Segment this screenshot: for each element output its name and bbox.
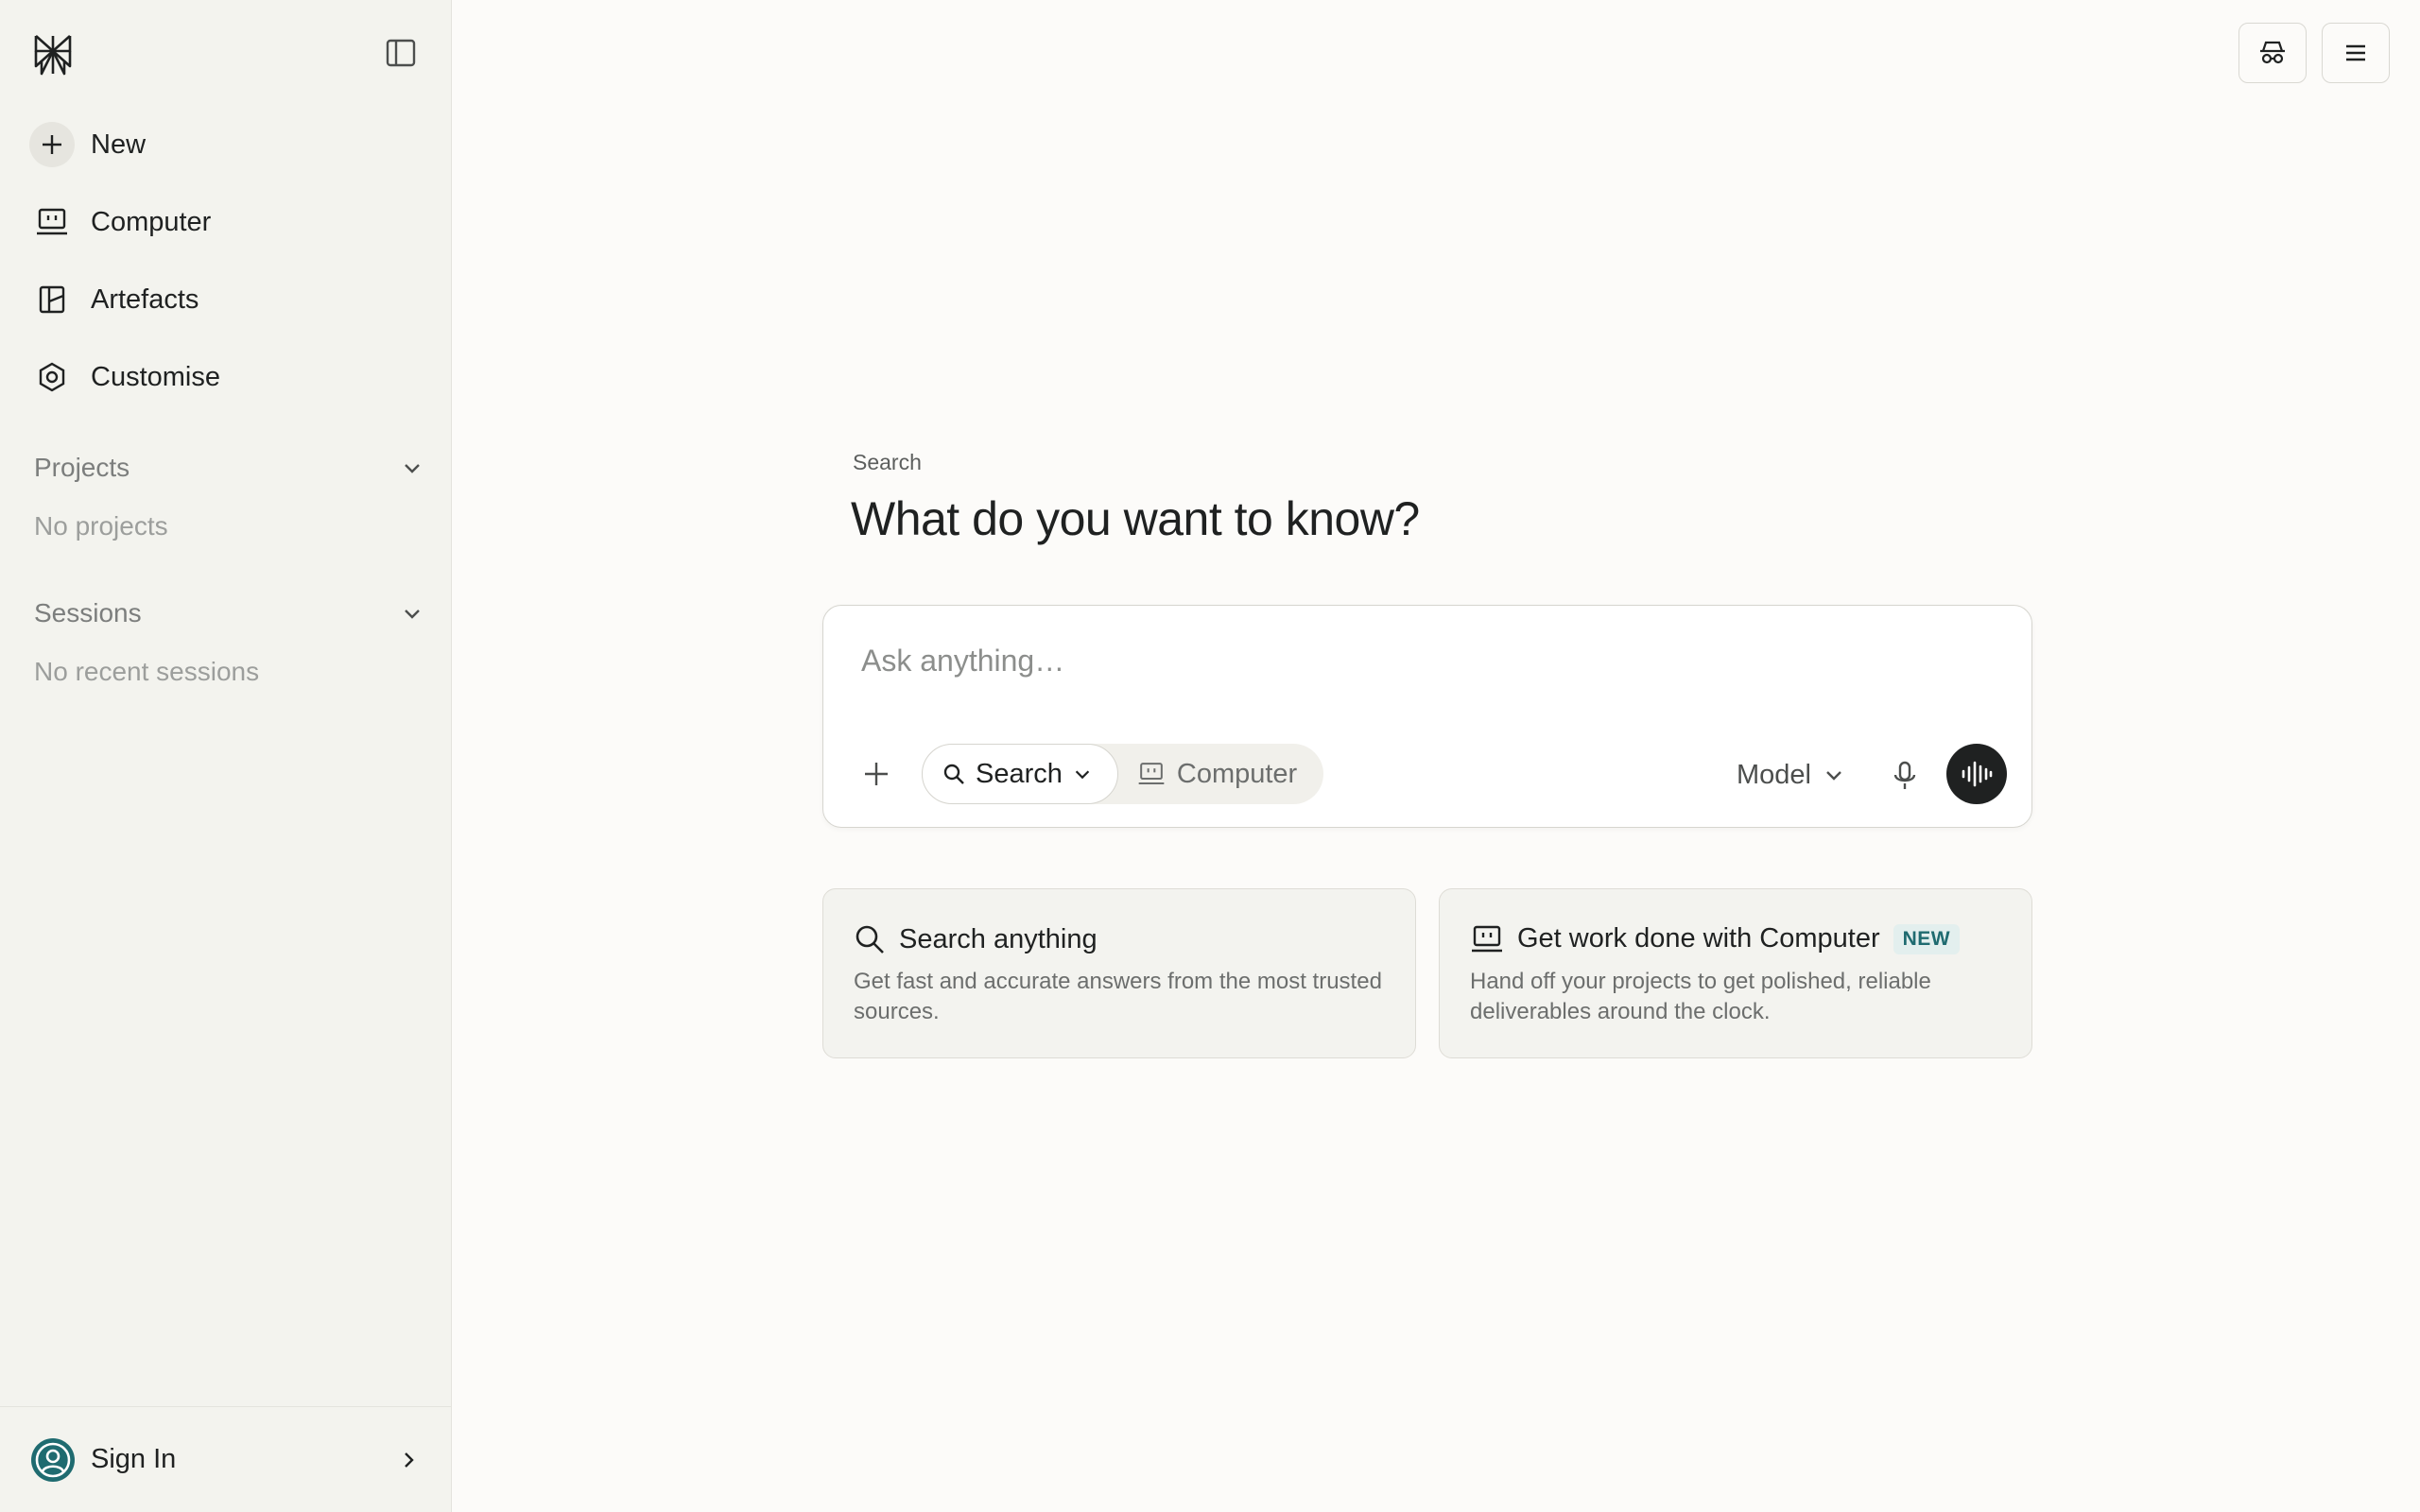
plus-icon — [865, 763, 888, 785]
page-title: What do you want to know? — [851, 492, 1420, 545]
sidebar: New Computer Artefacts Customise Project… — [0, 0, 452, 1512]
menu-icon — [2346, 44, 2365, 61]
sessions-empty-text: No recent sessions — [34, 657, 260, 686]
computer-icon — [28, 198, 76, 246]
voice-mode-button[interactable] — [1946, 744, 2007, 804]
sidebar-item-customise[interactable]: Customise — [28, 347, 425, 407]
computer-icon — [1138, 763, 1165, 784]
search-icon — [943, 764, 964, 784]
artefacts-icon — [28, 276, 76, 323]
logo-icon[interactable] — [32, 32, 74, 77]
chevron-down-icon — [405, 464, 420, 473]
chevron-down-icon — [1826, 771, 1841, 781]
sidebar-item-label: Artefacts — [91, 284, 199, 315]
sessions-section-header[interactable]: Sessions — [34, 593, 424, 634]
avatar-icon — [30, 1437, 76, 1483]
customise-icon — [28, 353, 76, 401]
computer-mode-label: Computer — [1176, 758, 1298, 789]
sidebar-item-new[interactable]: New — [28, 114, 425, 175]
chevron-down-icon — [405, 610, 420, 619]
computer-card[interactable]: Get work done with Computer NEW Hand off… — [1439, 888, 2032, 1058]
model-label: Model — [1737, 759, 1811, 790]
sidebar-item-computer[interactable]: Computer — [28, 192, 425, 252]
composer: Search Computer Model — [822, 605, 2032, 828]
computer-mode-button[interactable]: Computer — [1137, 759, 1297, 790]
chevron-right-icon — [405, 1452, 414, 1468]
incognito-icon — [2260, 41, 2285, 64]
card-description: Get fast and accurate answers from the m… — [854, 969, 1382, 1024]
dictation-button[interactable] — [1886, 755, 1924, 797]
plus-icon — [29, 122, 75, 167]
sidebar-toggle-button[interactable] — [382, 36, 420, 70]
projects-label: Projects — [34, 453, 130, 482]
sign-in-button[interactable]: Sign In — [0, 1406, 452, 1512]
computer-icon — [1472, 925, 1502, 952]
model-selector[interactable]: Model — [1737, 751, 1845, 799]
page-eyebrow: Search — [853, 450, 922, 474]
menu-button[interactable] — [2322, 23, 2390, 83]
sidebar-item-label: New — [91, 129, 147, 160]
sidebar-item-label: Computer — [91, 206, 212, 237]
microphone-icon — [1893, 761, 1916, 789]
search-mode-label: Search — [976, 758, 1063, 789]
mode-selector: Search Computer — [922, 744, 1324, 804]
new-badge: NEW — [1893, 923, 1961, 954]
sidebar-item-artefacts[interactable]: Artefacts — [28, 269, 425, 330]
attach-button[interactable] — [857, 755, 895, 793]
card-title: Get work done with Computer — [1517, 923, 1880, 954]
sidebar-item-label: Customise — [91, 361, 220, 392]
sessions-label: Sessions — [34, 598, 142, 627]
sign-in-label: Sign In — [91, 1444, 177, 1474]
card-title: Search anything — [899, 923, 1098, 954]
search-mode-button[interactable]: Search — [922, 744, 1118, 804]
incognito-button[interactable] — [2238, 23, 2307, 83]
projects-section-header[interactable]: Projects — [34, 447, 424, 489]
ask-input[interactable] — [861, 640, 1806, 681]
search-anything-card[interactable]: Search anything Get fast and accurate an… — [822, 888, 1416, 1058]
projects-empty-text: No projects — [34, 511, 168, 541]
search-icon — [856, 925, 884, 954]
voice-waveform-icon — [1962, 761, 1993, 787]
chevron-down-icon — [1075, 770, 1090, 780]
card-description: Hand off your projects to get polished, … — [1470, 969, 1931, 1024]
